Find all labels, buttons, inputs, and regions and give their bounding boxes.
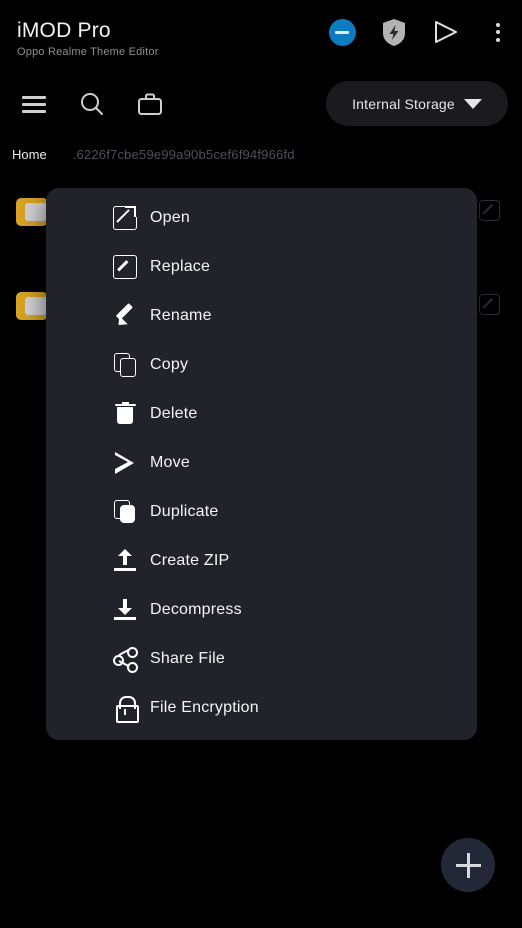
storage-label: Internal Storage (352, 95, 455, 112)
breadcrumb-home[interactable]: Home (12, 147, 47, 162)
menu-item-label: Decompress (150, 600, 242, 618)
menu-item-replace[interactable]: Replace (46, 242, 477, 291)
lock-icon (112, 695, 139, 723)
app-subtitle: Oppo Realme Theme Editor (17, 46, 159, 58)
menu-item-file-encryption[interactable]: File Encryption (46, 683, 477, 732)
add-button[interactable] (441, 838, 495, 892)
menu-item-delete[interactable]: Delete (46, 389, 477, 438)
title-block: iMOD Pro Oppo Realme Theme Editor (17, 18, 159, 59)
menu-item-label: Duplicate (150, 502, 219, 520)
menu-item-label: File Encryption (150, 698, 259, 716)
hamburger-icon[interactable] (14, 84, 54, 124)
menu-item-decompress[interactable]: Decompress (46, 585, 477, 634)
menu-item-create-zip[interactable]: Create ZIP (46, 536, 477, 585)
edit-icon[interactable] (479, 200, 500, 221)
pencil-icon (112, 303, 138, 329)
breadcrumb: Home .6226f7cbe59e99a90b5cef6f94f966fd (0, 140, 522, 168)
play-icon[interactable] (430, 16, 462, 48)
menu-item-copy[interactable]: Copy (46, 340, 477, 389)
upload-icon (112, 548, 138, 574)
menu-item-label: Delete (150, 404, 198, 422)
open-external-icon (112, 203, 138, 231)
menu-item-label: Open (150, 208, 190, 226)
menu-item-open[interactable]: Open (46, 193, 477, 242)
app-header: iMOD Pro Oppo Realme Theme Editor (0, 0, 522, 78)
app-title: iMOD Pro (17, 19, 111, 42)
trash-icon (112, 401, 138, 427)
share-icon (112, 646, 138, 673)
download-icon (112, 597, 138, 623)
chevron-down-icon (463, 98, 482, 109)
briefcase-icon[interactable] (130, 84, 170, 124)
breadcrumb-path[interactable]: .6226f7cbe59e99a90b5cef6f94f966fd (73, 147, 295, 162)
folder-icon (16, 196, 48, 226)
context-menu: Open Replace Rename Copy Delete Move Dup… (46, 188, 477, 740)
plus-icon (455, 852, 481, 878)
move-play-icon (112, 450, 138, 476)
menu-item-label: Rename (150, 306, 212, 324)
edit-icon[interactable] (479, 294, 500, 315)
search-icon[interactable] (72, 84, 112, 124)
overflow-menu-icon[interactable] (482, 16, 514, 48)
shield-bolt-icon[interactable] (378, 16, 410, 48)
menu-item-label: Replace (150, 257, 211, 275)
menu-item-label: Share File (150, 649, 225, 667)
menu-item-share-file[interactable]: Share File (46, 634, 477, 683)
copy-icon (112, 352, 138, 378)
toolbar: Internal Storage (0, 78, 522, 130)
menu-item-label: Move (150, 453, 190, 471)
menu-item-label: Copy (150, 355, 189, 373)
menu-item-duplicate[interactable]: Duplicate (46, 487, 477, 536)
header-actions (326, 14, 514, 50)
duplicate-icon (112, 499, 138, 525)
folder-icon (16, 290, 48, 320)
menu-item-label: Create ZIP (150, 551, 230, 569)
replace-icon (112, 254, 138, 280)
app-root: iMOD Pro Oppo Realme Theme Editor Intern… (0, 0, 522, 928)
toolbar-left-actions (14, 84, 170, 124)
minus-circle-icon[interactable] (326, 16, 358, 48)
storage-selector[interactable]: Internal Storage (326, 81, 508, 126)
menu-item-move[interactable]: Move (46, 438, 477, 487)
menu-item-rename[interactable]: Rename (46, 291, 477, 340)
